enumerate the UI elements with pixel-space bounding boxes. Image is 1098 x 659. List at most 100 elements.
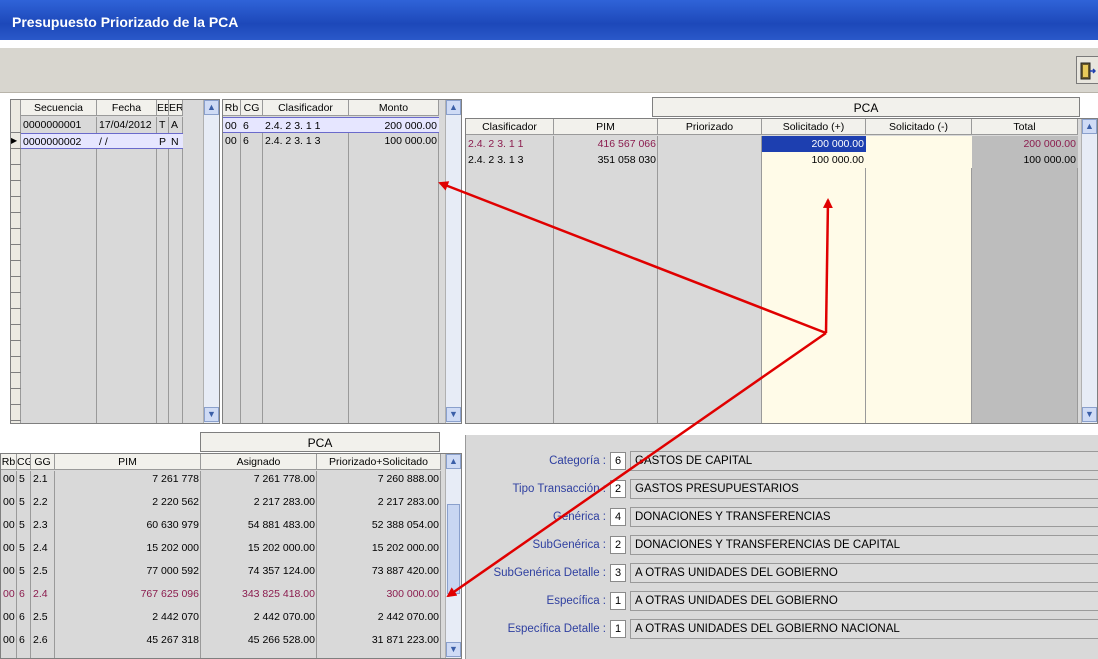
- table-cell[interactable]: 2.1: [31, 471, 55, 487]
- table-cell[interactable]: 2 442 070.00: [201, 609, 317, 625]
- table-cell[interactable]: 00: [1, 563, 17, 579]
- table-cell[interactable]: 6: [241, 133, 263, 149]
- column-header[interactable]: Clasificador: [466, 119, 554, 135]
- column-header[interactable]: Asignado: [201, 454, 317, 470]
- table-cell[interactable]: 6: [241, 117, 263, 133]
- vertical-scrollbar[interactable]: ▲ ▼: [445, 100, 461, 423]
- table-cell[interactable]: 73 887 420.00: [317, 563, 441, 579]
- table-cell[interactable]: 2.4. 2 3. 1 1: [263, 117, 349, 133]
- vertical-scrollbar[interactable]: ▲ ▼: [1081, 119, 1097, 423]
- column-header[interactable]: Monto: [349, 100, 439, 116]
- table-cell[interactable]: [866, 136, 972, 152]
- table-cell[interactable]: T: [157, 117, 169, 133]
- table-cell[interactable]: 0000000001: [21, 117, 97, 133]
- table-cell[interactable]: 200 000.00: [349, 117, 439, 133]
- table-cell[interactable]: 00: [223, 117, 241, 133]
- info-code-field[interactable]: 3: [610, 564, 626, 582]
- table-cell[interactable]: 5: [17, 517, 31, 533]
- table-cell[interactable]: 54 881 483.00: [201, 517, 317, 533]
- table-cell[interactable]: 2 442 070.00: [317, 609, 441, 625]
- table-cell[interactable]: 00: [1, 540, 17, 556]
- row-selector[interactable]: [11, 405, 21, 421]
- table-cell[interactable]: 767 625 096: [55, 586, 201, 602]
- column-header[interactable]: Solicitado (-): [866, 119, 972, 135]
- info-code-field[interactable]: 4: [610, 508, 626, 526]
- table-cell[interactable]: 00: [1, 586, 17, 602]
- table-cell[interactable]: 52 388 054.00: [317, 517, 441, 533]
- scroll-up-button[interactable]: ▲: [446, 454, 461, 469]
- table-cell[interactable]: 00: [1, 494, 17, 510]
- table-cell[interactable]: 2.4: [31, 540, 55, 556]
- column-header[interactable]: Total: [972, 119, 1078, 135]
- table-cell[interactable]: 2.4: [31, 586, 55, 602]
- scroll-down-button[interactable]: ▼: [204, 407, 219, 422]
- table-cell[interactable]: 2.4. 2 3. 1 3: [466, 152, 554, 168]
- info-code-field[interactable]: 1: [610, 620, 626, 638]
- column-header[interactable]: ER: [169, 100, 183, 116]
- table-cell[interactable]: 6: [17, 632, 31, 648]
- table-cell[interactable]: 5: [17, 471, 31, 487]
- table-cell[interactable]: 5: [17, 540, 31, 556]
- column-header[interactable]: PIM: [554, 119, 658, 135]
- table-cell[interactable]: [658, 136, 762, 152]
- row-selector[interactable]: [11, 149, 21, 165]
- table-cell[interactable]: 6: [17, 586, 31, 602]
- row-selector[interactable]: [11, 373, 21, 389]
- row-selector[interactable]: [11, 213, 21, 229]
- row-selector[interactable]: [11, 197, 21, 213]
- table-cell[interactable]: 15 202 000.00: [317, 540, 441, 556]
- column-header[interactable]: CG: [17, 454, 31, 470]
- table-cell[interactable]: 00: [223, 133, 241, 149]
- column-header[interactable]: Rb: [1, 454, 17, 470]
- table-cell[interactable]: 00: [1, 609, 17, 625]
- table-cell[interactable]: N: [169, 133, 183, 149]
- table-cell[interactable]: [658, 152, 762, 168]
- table-cell[interactable]: 343 825 418.00: [201, 586, 317, 602]
- table-cell[interactable]: 416 567 066: [554, 136, 658, 152]
- row-selector[interactable]: [11, 341, 21, 357]
- table-cell[interactable]: 2 220 562: [55, 494, 201, 510]
- table-cell[interactable]: 200 000.00: [972, 136, 1078, 152]
- scroll-thumb[interactable]: [447, 504, 460, 594]
- table-cell[interactable]: 2.4. 2 3. 1 1: [466, 136, 554, 152]
- table-cell[interactable]: 17/04/2012: [97, 117, 157, 133]
- table-cell[interactable]: 00: [1, 632, 17, 648]
- table-cell[interactable]: [866, 152, 972, 168]
- column-header[interactable]: EE: [157, 100, 169, 116]
- table-cell[interactable]: / /: [97, 133, 157, 149]
- row-selector[interactable]: [11, 245, 21, 261]
- table-cell[interactable]: 7 261 778.00: [201, 471, 317, 487]
- detail-grid[interactable]: Rb CG Clasificador Monto 00 6 2.4. 2 3. 1 1 200…: [222, 99, 462, 424]
- table-cell[interactable]: 2.2: [31, 494, 55, 510]
- table-cell[interactable]: 15 202 000.00: [201, 540, 317, 556]
- scroll-down-button[interactable]: ▼: [446, 642, 461, 657]
- table-cell[interactable]: 5: [17, 494, 31, 510]
- table-cell[interactable]: 7 260 888.00: [317, 471, 441, 487]
- scroll-up-button[interactable]: ▲: [446, 100, 461, 115]
- summary-grid[interactable]: RbCGGGPIMAsignadoPriorizado+Solicitado 00…: [0, 453, 462, 659]
- table-cell[interactable]: 2.6: [31, 632, 55, 648]
- pca-grid[interactable]: Clasificador PIM Priorizado Solicitado (+) S…: [465, 118, 1098, 424]
- exit-button[interactable]: [1076, 56, 1098, 84]
- row-selector[interactable]: [11, 357, 21, 373]
- table-cell[interactable]: 45 266 528.00: [201, 632, 317, 648]
- table-cell[interactable]: 2.5: [31, 609, 55, 625]
- scroll-down-button[interactable]: ▼: [446, 407, 461, 422]
- column-header[interactable]: PIM: [55, 454, 201, 470]
- table-cell[interactable]: 2 217 283.00: [317, 494, 441, 510]
- table-cell[interactable]: 77 000 592: [55, 563, 201, 579]
- table-cell[interactable]: 60 630 979: [55, 517, 201, 533]
- table-cell[interactable]: 00: [1, 517, 17, 533]
- table-cell[interactable]: 2.5: [31, 563, 55, 579]
- info-code-field[interactable]: 6: [610, 452, 626, 470]
- column-header[interactable]: Clasificador: [263, 100, 349, 116]
- table-cell[interactable]: 100 000.00: [972, 152, 1078, 168]
- info-code-field[interactable]: 2: [610, 536, 626, 554]
- scroll-up-button[interactable]: ▲: [1082, 119, 1097, 134]
- column-header[interactable]: Priorizado: [658, 119, 762, 135]
- table-cell[interactable]: P: [157, 133, 169, 149]
- table-cell[interactable]: 2 217 283.00: [201, 494, 317, 510]
- column-header[interactable]: CG: [241, 100, 263, 116]
- row-selector[interactable]: [11, 229, 21, 245]
- row-selector[interactable]: [11, 165, 21, 181]
